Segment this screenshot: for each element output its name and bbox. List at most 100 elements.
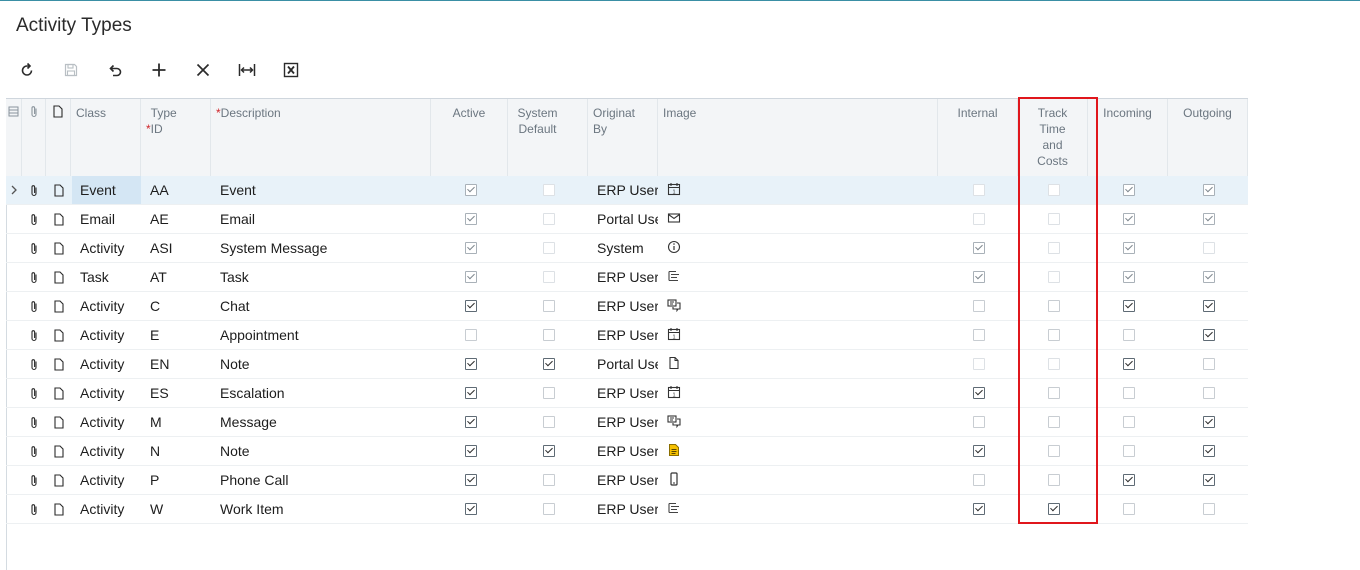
- checkbox-outgoing[interactable]: [1203, 503, 1215, 515]
- cell-description[interactable]: Note: [212, 437, 431, 465]
- add-note-button[interactable]: [46, 495, 71, 523]
- column-header-image[interactable]: Image: [658, 99, 938, 176]
- checkbox-internal[interactable]: [973, 503, 985, 515]
- cell-originated-by[interactable]: ERP Users: [589, 437, 658, 465]
- checkbox-active[interactable]: [465, 416, 477, 428]
- checkbox-track-time[interactable]: [1048, 503, 1060, 515]
- checkbox-incoming[interactable]: [1123, 184, 1135, 196]
- row-selector[interactable]: [6, 292, 22, 320]
- add-note-button[interactable]: [46, 263, 71, 291]
- export-excel-button[interactable]: [278, 58, 304, 82]
- checkbox-internal[interactable]: [973, 474, 985, 486]
- checkbox-incoming[interactable]: [1123, 242, 1135, 254]
- checkbox-outgoing[interactable]: [1203, 387, 1215, 399]
- checkbox-active[interactable]: [465, 474, 477, 486]
- attach-file-button[interactable]: [22, 292, 46, 320]
- cell-description[interactable]: Email: [212, 205, 431, 233]
- add-note-button[interactable]: [46, 350, 71, 378]
- cell-originated-by[interactable]: ERP Users: [589, 321, 658, 349]
- checkbox-system-default[interactable]: [543, 300, 555, 312]
- cell-class[interactable]: Activity: [72, 437, 141, 465]
- checkbox-track-time[interactable]: [1048, 445, 1060, 457]
- cell-originated-by[interactable]: ERP Users: [589, 292, 658, 320]
- checkbox-active[interactable]: [465, 445, 477, 457]
- cell-originated-by[interactable]: ERP Users: [589, 495, 658, 523]
- save-button[interactable]: [58, 58, 84, 82]
- cell-originated-by[interactable]: ERP Users: [589, 263, 658, 291]
- row-selector[interactable]: [6, 495, 22, 523]
- checkbox-track-time[interactable]: [1048, 387, 1060, 399]
- attach-file-button[interactable]: [22, 379, 46, 407]
- cell-type-id[interactable]: P: [142, 466, 211, 494]
- column-header-type-id[interactable]: *Type ID: [141, 99, 211, 176]
- checkbox-outgoing[interactable]: [1203, 300, 1215, 312]
- checkbox-internal[interactable]: [973, 358, 985, 370]
- checkbox-active[interactable]: [465, 300, 477, 312]
- checkbox-track-time[interactable]: [1048, 271, 1060, 283]
- table-row[interactable]: ActivityESEscalation ERP Users 1: [6, 379, 1248, 408]
- table-row[interactable]: EventAAEvent ERP Users 1: [6, 176, 1248, 205]
- envelope-icon[interactable]: [667, 211, 683, 227]
- cell-description[interactable]: Message: [212, 408, 431, 436]
- checkbox-incoming[interactable]: [1123, 213, 1135, 225]
- cell-class[interactable]: Activity: [72, 321, 141, 349]
- files-header[interactable]: [22, 99, 46, 176]
- attach-file-button[interactable]: [22, 176, 46, 204]
- table-row[interactable]: EmailAEEmail Portal Users: [6, 205, 1248, 234]
- note-yellow-icon[interactable]: [667, 443, 683, 459]
- row-selector[interactable]: [6, 350, 22, 378]
- checkbox-track-time[interactable]: [1048, 213, 1060, 225]
- checkbox-incoming[interactable]: [1123, 271, 1135, 283]
- cell-description[interactable]: Appointment: [212, 321, 431, 349]
- checkbox-internal[interactable]: [973, 213, 985, 225]
- table-row[interactable]: ActivityPPhone Call ERP Users: [6, 466, 1248, 495]
- checkbox-outgoing[interactable]: [1203, 184, 1215, 196]
- attach-file-button[interactable]: [22, 437, 46, 465]
- checkbox-internal[interactable]: [973, 416, 985, 428]
- checkbox-outgoing[interactable]: [1203, 213, 1215, 225]
- cell-type-id[interactable]: AE: [142, 205, 211, 233]
- cell-description[interactable]: System Message: [212, 234, 431, 262]
- add-row-button[interactable]: [146, 58, 172, 82]
- cell-type-id[interactable]: C: [142, 292, 211, 320]
- cell-originated-by[interactable]: ERP Users: [589, 408, 658, 436]
- checkbox-track-time[interactable]: [1048, 242, 1060, 254]
- cell-type-id[interactable]: E: [142, 321, 211, 349]
- attach-file-button[interactable]: [22, 321, 46, 349]
- refresh-button[interactable]: [14, 58, 40, 82]
- cell-description[interactable]: Phone Call: [212, 466, 431, 494]
- attach-file-button[interactable]: [22, 205, 46, 233]
- add-note-button[interactable]: [46, 437, 71, 465]
- cell-class[interactable]: Event: [72, 176, 141, 204]
- row-selector[interactable]: [6, 321, 22, 349]
- cell-type-id[interactable]: W: [142, 495, 211, 523]
- checkbox-active[interactable]: [465, 387, 477, 399]
- add-note-button[interactable]: [46, 466, 71, 494]
- task-icon[interactable]: [667, 269, 683, 285]
- attach-file-button[interactable]: [22, 350, 46, 378]
- delete-row-button[interactable]: [190, 58, 216, 82]
- checkbox-active[interactable]: [465, 358, 477, 370]
- add-note-button[interactable]: [46, 379, 71, 407]
- checkbox-outgoing[interactable]: [1203, 242, 1215, 254]
- column-header-track-time-and-costs[interactable]: Track Time and Costs: [1018, 99, 1088, 176]
- undo-button[interactable]: [102, 58, 128, 82]
- calendar-icon[interactable]: 1: [667, 385, 683, 401]
- cell-type-id[interactable]: EN: [142, 350, 211, 378]
- table-row[interactable]: ActivityCChat ERP Users: [6, 292, 1248, 321]
- calendar-icon[interactable]: 1: [667, 182, 683, 198]
- checkbox-outgoing[interactable]: [1203, 358, 1215, 370]
- cell-class[interactable]: Email: [72, 205, 141, 233]
- row-selector[interactable]: [6, 437, 22, 465]
- checkbox-internal[interactable]: [973, 300, 985, 312]
- attach-file-button[interactable]: [22, 466, 46, 494]
- checkbox-track-time[interactable]: [1048, 300, 1060, 312]
- row-selector[interactable]: [6, 176, 22, 204]
- column-header-active[interactable]: Active: [431, 99, 508, 176]
- attach-file-button[interactable]: [22, 408, 46, 436]
- cell-type-id[interactable]: ASI: [142, 234, 211, 262]
- checkbox-active[interactable]: [465, 184, 477, 196]
- cell-originated-by[interactable]: Portal Users: [589, 350, 658, 378]
- table-row[interactable]: TaskATTask ERP Users: [6, 263, 1248, 292]
- checkbox-outgoing[interactable]: [1203, 329, 1215, 341]
